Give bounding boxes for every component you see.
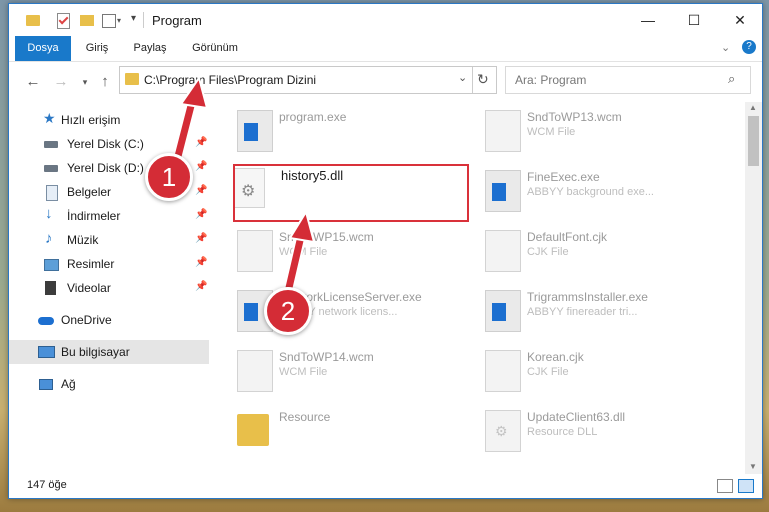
arrow-step-1: [169, 75, 209, 174]
arrow-step-2: [282, 209, 316, 298]
step-2-badge: 2: [264, 287, 312, 335]
step-1-badge: 1: [145, 153, 193, 201]
annotation-arrows: [169, 75, 316, 298]
